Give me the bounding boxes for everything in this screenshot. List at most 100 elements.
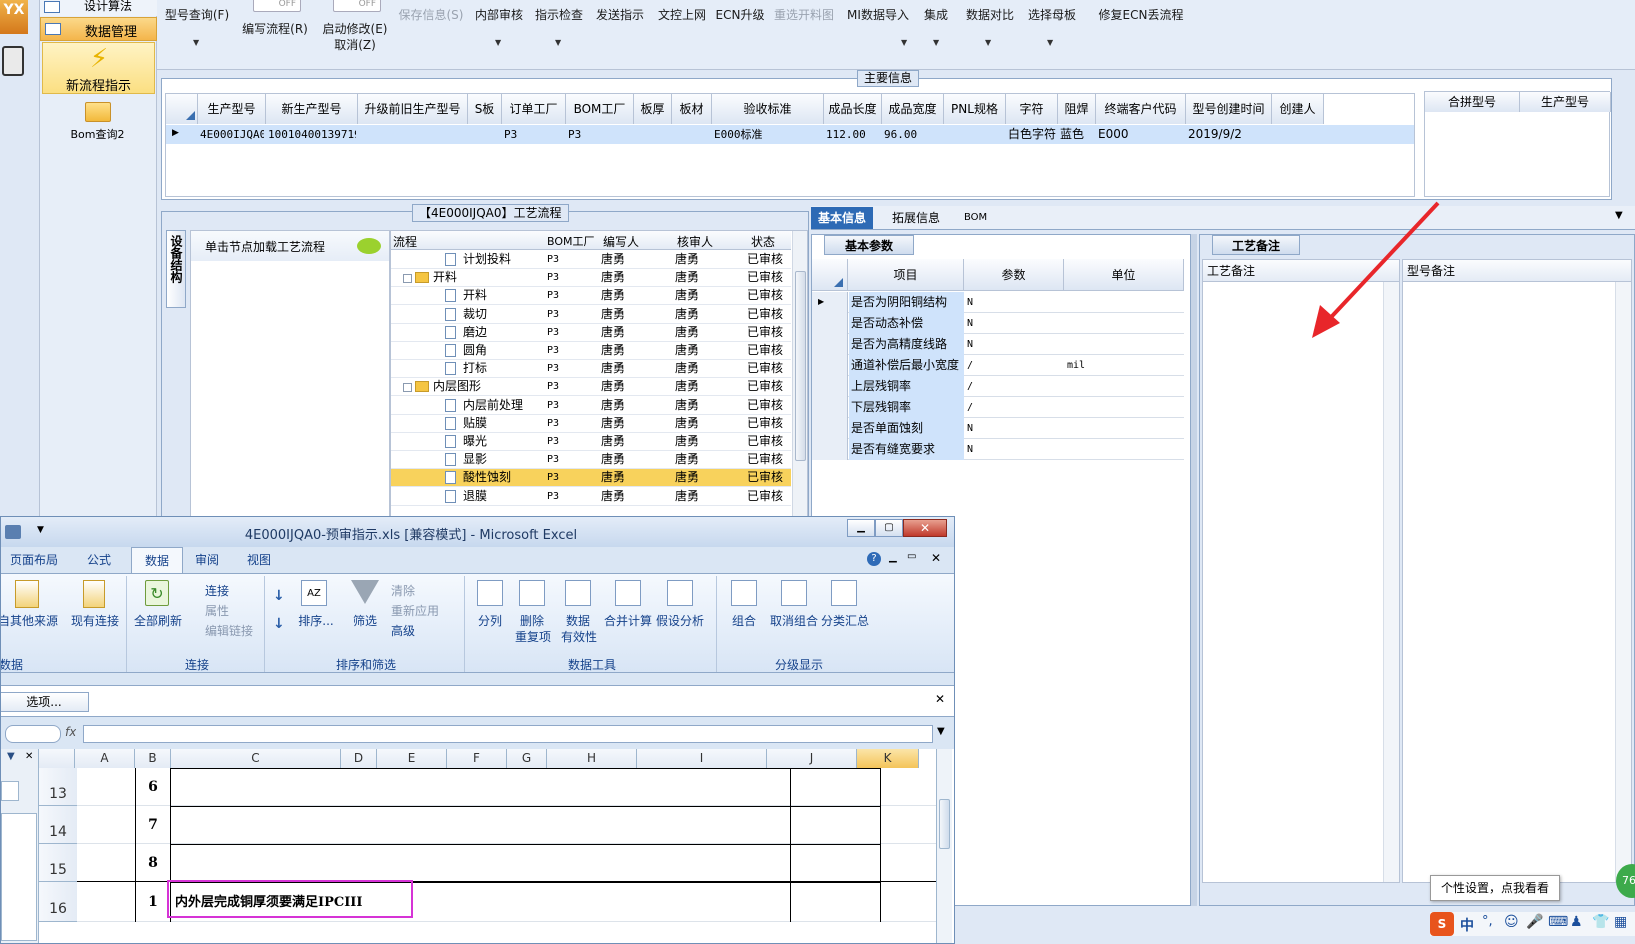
param-row[interactable]: 是否有缝宽要求 N xyxy=(812,439,1184,460)
btn-select-mother-board[interactable]: 选择母板 ▼ xyxy=(1023,0,1081,55)
column-letter[interactable]: J xyxy=(767,749,857,768)
remark-scrollbar[interactable] xyxy=(1383,282,1399,882)
tab-extended-info[interactable]: 拓展信息 xyxy=(885,207,947,229)
tree-row[interactable]: 显影 P3 唐勇 唐勇 已审核 xyxy=(391,451,791,470)
btn-refresh-all[interactable]: 全部刷新 xyxy=(129,612,187,629)
param-row[interactable]: 是否为高精度线路 N xyxy=(812,334,1184,355)
formula-input[interactable] xyxy=(83,725,933,743)
tab-view[interactable]: 视图 xyxy=(237,547,281,573)
btn-data-validation-line2[interactable]: 有效性 xyxy=(557,628,601,645)
btn-edit-links[interactable]: 编辑链接 xyxy=(205,622,253,639)
param-row[interactable]: 是否动态补偿 N xyxy=(812,313,1184,334)
btn-start-modify[interactable]: OFF 启动修改(E) 取消(Z) xyxy=(317,0,393,55)
column-header[interactable]: 流程 xyxy=(393,233,543,250)
pane-box[interactable] xyxy=(1,781,19,801)
column-header[interactable]: 创建人 xyxy=(1272,94,1324,124)
cell-b[interactable]: 1 xyxy=(135,882,171,922)
btn-existing-connection[interactable]: 现有连接 xyxy=(67,612,123,629)
column-header[interactable]: 订单工厂 xyxy=(502,94,566,124)
microphone-icon[interactable]: 🎤 xyxy=(1526,914,1543,930)
column-letter[interactable]: F xyxy=(447,749,507,768)
btn-ungroup[interactable]: 取消组合 xyxy=(765,612,823,629)
collapse-icon[interactable] xyxy=(403,274,412,284)
column-header[interactable]: 核审人 xyxy=(677,233,747,250)
tree-row[interactable]: 开料 P3 唐勇 唐勇 已审核 xyxy=(391,287,791,306)
row-number[interactable]: 16 xyxy=(39,882,77,922)
tree-row[interactable]: 内层图形 P3 唐勇 唐勇 已审核 xyxy=(391,378,791,397)
btn-consolidate[interactable]: 合并计算 xyxy=(603,612,653,629)
column-letter[interactable]: G xyxy=(507,749,547,768)
model-remark-scrollbar[interactable] xyxy=(1615,282,1631,882)
btn-text-to-columns[interactable]: 分列 xyxy=(473,612,507,629)
tree-row[interactable]: 磨边 P3 唐勇 唐勇 已审核 xyxy=(391,324,791,342)
close-icon[interactable]: ✕ xyxy=(935,692,945,706)
options-button[interactable]: 选项... xyxy=(1,692,89,712)
btn-data-validation[interactable]: 数据 xyxy=(561,612,595,629)
remark-box[interactable]: 工艺备注 xyxy=(1202,259,1400,883)
nav-tile-new-process[interactable]: ⚡ 新流程指示 xyxy=(42,42,155,94)
btn-save-info[interactable]: 保存信息(S) xyxy=(397,0,465,40)
column-header[interactable]: 字符 xyxy=(1006,94,1058,124)
column-header[interactable]: 合拼型号 xyxy=(1425,92,1520,112)
btn-subtotal[interactable]: 分类汇总 xyxy=(819,612,871,629)
column-letter[interactable]: I xyxy=(637,749,767,768)
column-letter[interactable]: E xyxy=(377,749,447,768)
tree-row[interactable]: 曝光 P3 唐勇 唐勇 已审核 xyxy=(391,433,791,451)
shirt-icon[interactable]: 👕 xyxy=(1592,914,1609,930)
btn-data-compare[interactable]: 数据对比 ▼ xyxy=(961,0,1019,55)
column-header[interactable]: 生产型号 xyxy=(1520,92,1611,112)
column-header[interactable]: 新生产型号 xyxy=(266,94,358,124)
column-header[interactable]: PNL规格 xyxy=(944,94,1006,124)
cell-j[interactable] xyxy=(791,882,881,922)
scroll-thumb[interactable] xyxy=(795,271,806,461)
btn-sort[interactable]: 排序... xyxy=(295,612,337,629)
toggle-switch[interactable]: OFF xyxy=(253,0,301,12)
column-letter[interactable]: A xyxy=(75,749,135,768)
emoji-icon[interactable]: ☺ xyxy=(1504,914,1519,930)
chevron-down-icon[interactable]: ▼ xyxy=(1615,210,1623,221)
btn-instruction-check[interactable]: 指示检查 ▼ xyxy=(531,0,587,55)
row-number[interactable]: 13 xyxy=(39,768,77,806)
main-info-row[interactable]: ▶ 4E000IJQA0 10010400139719 P3 P3 E000标准 112.… xyxy=(166,125,1414,144)
row-number[interactable]: 14 xyxy=(39,806,77,844)
column-header[interactable]: 型号创建时间 xyxy=(1186,94,1272,124)
tab-bom[interactable]: BOM xyxy=(957,207,994,229)
model-remark-box[interactable]: 型号备注 xyxy=(1402,259,1632,883)
column-header[interactable]: 终端客户代码 xyxy=(1096,94,1186,124)
btn-group[interactable]: 组合 xyxy=(725,612,763,629)
column-header[interactable]: 升级前旧生产型号 xyxy=(358,94,468,124)
tree-row[interactable]: 退膜 P3 唐勇 唐勇 已审核 xyxy=(391,488,791,506)
tree-row[interactable]: 计划投料 P3 唐勇 唐勇 已审核 xyxy=(391,251,791,269)
bus-icon[interactable] xyxy=(2,46,24,76)
chevron-down-icon[interactable]: ▼ xyxy=(7,751,15,762)
param-row[interactable]: 通道补偿后最小宽度 / mil xyxy=(812,355,1184,376)
cell-j[interactable] xyxy=(791,768,881,806)
help-icon[interactable]: ? xyxy=(867,552,881,566)
btn-advanced[interactable]: 高级 xyxy=(391,622,415,639)
nav-item-design-algorithm[interactable]: 设计算法 xyxy=(40,0,157,16)
btn-ecn-upgrade[interactable]: ECN升级 xyxy=(713,0,767,40)
column-letter[interactable]: H xyxy=(547,749,637,768)
tree-row[interactable]: 内层前处理 P3 唐勇 唐勇 已审核 xyxy=(391,397,791,415)
tab-formulas[interactable]: 公式 xyxy=(71,547,127,573)
tree-row[interactable]: 开料 P3 唐勇 唐勇 已审核 xyxy=(391,269,791,288)
cell-j[interactable] xyxy=(791,844,881,882)
column-header[interactable]: 参数 xyxy=(964,259,1064,291)
pane-list[interactable] xyxy=(1,813,37,941)
tree-scrollbar[interactable] xyxy=(792,231,807,517)
btn-reapply[interactable]: 重新应用 xyxy=(391,602,439,619)
btn-write-process[interactable]: OFF 编写流程(R) xyxy=(237,0,313,40)
cell-c[interactable] xyxy=(171,768,791,806)
column-letter[interactable]: D xyxy=(341,749,377,768)
cell-b[interactable]: 8 xyxy=(135,844,171,882)
tree-row[interactable]: 贴膜 P3 唐勇 唐勇 已审核 xyxy=(391,415,791,433)
tree-row[interactable]: 圆角 P3 唐勇 唐勇 已审核 xyxy=(391,342,791,360)
column-header[interactable]: BOM工厂 xyxy=(547,233,599,249)
cell-c[interactable] xyxy=(171,806,791,844)
user-icon[interactable]: ♟ xyxy=(1570,914,1583,930)
column-header[interactable]: S板 xyxy=(468,94,502,124)
tab-data[interactable]: 数据 xyxy=(131,547,183,573)
column-header[interactable]: 状态 xyxy=(751,233,789,250)
cell-c[interactable] xyxy=(171,844,791,882)
grid-icon[interactable]: ▦ xyxy=(1614,914,1627,930)
